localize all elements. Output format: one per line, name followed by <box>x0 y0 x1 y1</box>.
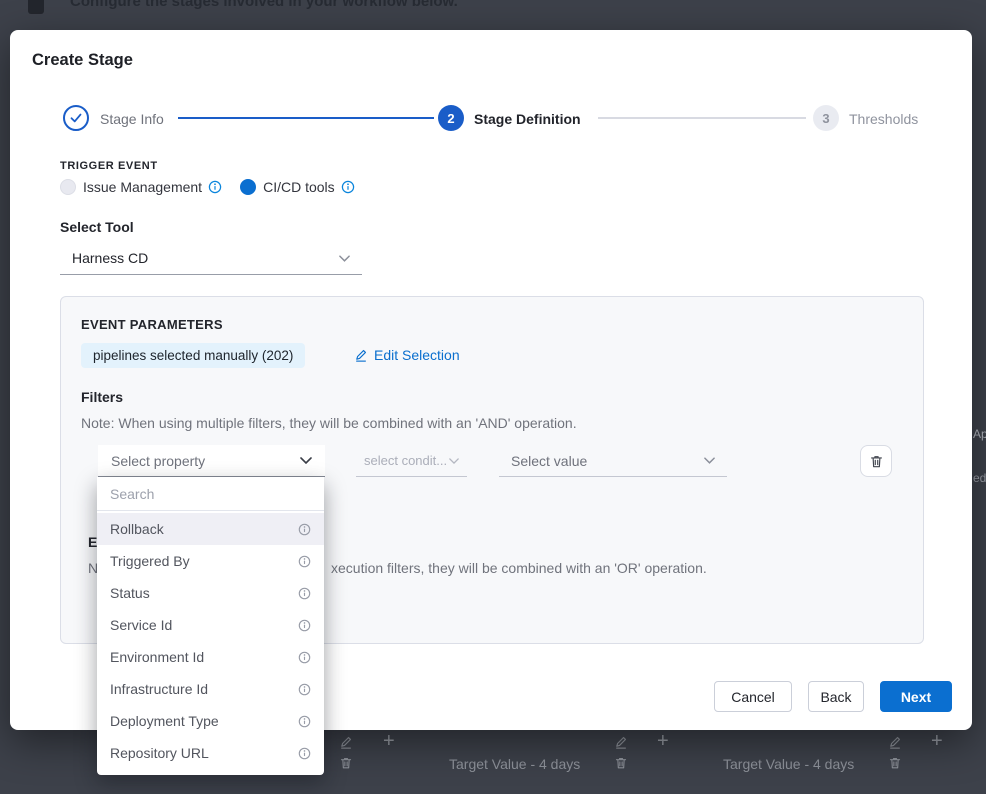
dropdown-item-triggered-by[interactable]: Triggered By <box>97 545 324 577</box>
dropdown-item-deployment-type[interactable]: Deployment Type <box>97 705 324 737</box>
dropdown-item-label: Deployment Type <box>110 713 219 729</box>
back-button[interactable]: Back <box>808 681 864 712</box>
dropdown-item-label: Service Id <box>110 617 172 633</box>
cancel-button[interactable]: Cancel <box>714 681 792 712</box>
dropdown-item-rollback[interactable]: Rollback <box>97 513 324 545</box>
dropdown-item-label: Environment Id <box>110 649 204 665</box>
tool-select-value: Harness CD <box>72 250 148 266</box>
edit-selection-label: Edit Selection <box>374 347 460 363</box>
edit-icon <box>354 348 368 362</box>
execution-filters-title-fragment: E <box>88 534 97 550</box>
trigger-event-label: TRIGGER EVENT <box>60 160 158 172</box>
dropdown-item-label: Infrastructure Id <box>110 681 208 697</box>
info-icon[interactable] <box>298 683 311 696</box>
info-icon[interactable] <box>298 715 311 728</box>
add-icon: + <box>931 732 943 750</box>
stepper-connector-done <box>178 117 434 119</box>
edge-fragment: Ap <box>973 427 986 441</box>
trash-icon <box>339 756 353 770</box>
radio-option-cicd-tools[interactable]: CI/CD tools <box>240 179 355 195</box>
dropdown-item-label: Status <box>110 585 150 601</box>
property-select-placeholder: Select property <box>111 453 205 469</box>
step-3-label[interactable]: Thresholds <box>849 111 918 127</box>
chevron-down-icon <box>704 457 715 464</box>
dropdown-item-label: Triggered By <box>110 553 190 569</box>
radio-label[interactable]: CI/CD tools <box>263 179 335 195</box>
dropdown-search <box>97 477 324 511</box>
trigger-event-options: Issue Management CI/CD tools <box>60 179 373 195</box>
event-parameters-title: EVENT PARAMETERS <box>81 317 223 332</box>
selection-badge: pipelines selected manually (202) <box>81 343 305 368</box>
select-tool-label: Select Tool <box>60 219 134 235</box>
target-value-label: Target Value - 4 days <box>449 756 580 772</box>
target-value-label: Target Value - 4 days <box>723 756 854 772</box>
chevron-down-icon <box>339 255 350 262</box>
radio-label[interactable]: Issue Management <box>83 179 202 195</box>
edit-selection-link[interactable]: Edit Selection <box>354 347 460 363</box>
info-icon[interactable] <box>298 555 311 568</box>
dropdown-item-status[interactable]: Status <box>97 577 324 609</box>
info-icon[interactable] <box>298 523 311 536</box>
filters-title: Filters <box>81 389 123 405</box>
info-icon[interactable] <box>298 651 311 664</box>
property-dropdown-menu: Rollback Triggered By Status Service Id … <box>97 477 324 775</box>
add-icon: + <box>657 732 669 750</box>
radio-option-issue-management[interactable]: Issue Management <box>60 179 222 195</box>
dropdown-item-infrastructure-id[interactable]: Infrastructure Id <box>97 673 324 705</box>
filters-note: Note: When using multiple filters, they … <box>81 415 577 431</box>
dropdown-item-label: Rollback <box>110 521 164 537</box>
trash-icon <box>888 756 902 770</box>
background-heading: Configure the stages involved in your wo… <box>70 0 458 10</box>
modal-title: Create Stage <box>32 51 133 70</box>
info-icon[interactable] <box>341 180 355 194</box>
info-icon[interactable] <box>208 180 222 194</box>
info-icon[interactable] <box>298 587 311 600</box>
edit-icon <box>888 735 902 749</box>
step-2-label[interactable]: Stage Definition <box>474 111 581 127</box>
property-select[interactable]: Select property <box>98 445 325 477</box>
dropdown-item-repository-url[interactable]: Repository URL <box>97 737 324 769</box>
next-button[interactable]: Next <box>880 681 952 712</box>
info-icon[interactable] <box>298 747 311 760</box>
dropdown-search-input[interactable] <box>97 477 324 510</box>
execution-filters-note-fragment-right: xecution filters, they will be combined … <box>331 560 707 576</box>
dropdown-item-label: Repository URL <box>110 745 209 761</box>
value-select-placeholder: Select value <box>511 453 587 469</box>
stepper-connector-todo <box>598 117 806 119</box>
edit-icon <box>339 735 353 749</box>
chevron-down-icon <box>449 458 459 464</box>
trash-icon <box>614 756 628 770</box>
app-logo <box>28 0 44 14</box>
check-icon <box>70 113 82 123</box>
add-icon: + <box>383 732 395 750</box>
edit-icon <box>614 735 628 749</box>
info-icon[interactable] <box>298 619 311 632</box>
dropdown-item-environment-id[interactable]: Environment Id <box>97 641 324 673</box>
radio-issue-management[interactable] <box>60 179 76 195</box>
delete-filter-button[interactable] <box>860 445 892 477</box>
step-1-indicator[interactable] <box>63 105 89 131</box>
condition-select[interactable]: select condit... <box>356 445 467 477</box>
tool-select[interactable]: Harness CD <box>60 242 362 275</box>
step-1-label[interactable]: Stage Info <box>100 111 164 127</box>
dropdown-list: Rollback Triggered By Status Service Id … <box>97 511 324 769</box>
radio-cicd-tools[interactable] <box>240 179 256 195</box>
value-select[interactable]: Select value <box>499 445 727 477</box>
trash-icon <box>869 454 884 469</box>
condition-select-placeholder: select condit... <box>364 453 447 468</box>
step-3-indicator[interactable]: 3 <box>813 105 839 131</box>
chevron-down-icon <box>300 457 312 464</box>
dropdown-item-service-id[interactable]: Service Id <box>97 609 324 641</box>
step-2-indicator[interactable]: 2 <box>438 105 464 131</box>
edge-fragment: ed <box>973 471 986 485</box>
